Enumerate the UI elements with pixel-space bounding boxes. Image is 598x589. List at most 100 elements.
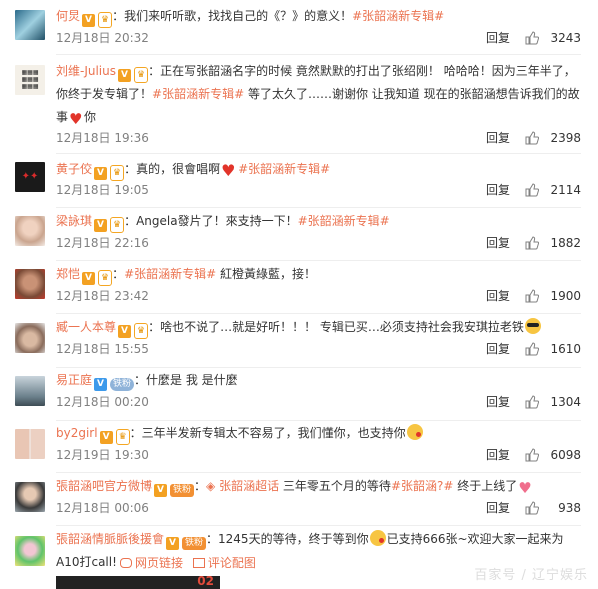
fan-badge: 铁粉 bbox=[110, 378, 135, 391]
comment-text: 何炅 V ♛ ：我们来听听歌，找找自己的《？》的意义！#张韶涵新专辑# bbox=[56, 5, 581, 28]
like-count: 1304 bbox=[550, 395, 581, 409]
username[interactable]: 張韶涵情脈脈後援會 bbox=[56, 532, 164, 546]
thumbs-up-icon bbox=[525, 342, 539, 356]
username[interactable]: 刘维-Julius bbox=[56, 64, 116, 78]
avatar[interactable] bbox=[15, 482, 45, 512]
timestamp: 12月18日 20:32 bbox=[56, 31, 149, 45]
divider bbox=[56, 472, 581, 473]
timestamp: 12月18日 00:06 bbox=[56, 501, 149, 515]
divider bbox=[56, 420, 581, 421]
like-count: 1882 bbox=[550, 236, 581, 250]
reply-button[interactable]: 回复 bbox=[486, 286, 510, 306]
username[interactable]: 梁詠琪 bbox=[56, 214, 92, 228]
like-count: 6098 bbox=[550, 448, 581, 462]
comment-body: ：我们来听听歌，找找自己的《？》的意义！ bbox=[112, 9, 353, 23]
comment-meta: 12月18日 19:05 回复 2114 bbox=[56, 180, 581, 200]
comment-body-end: 你 bbox=[84, 110, 97, 124]
verified-icon: V bbox=[166, 537, 180, 550]
avatar[interactable] bbox=[15, 376, 45, 406]
web-link[interactable]: 网页链接 bbox=[135, 556, 183, 570]
super-topic-link[interactable]: 张韶涵超话 bbox=[219, 479, 279, 493]
divider bbox=[56, 207, 581, 208]
timestamp: 12月18日 19:05 bbox=[56, 183, 149, 197]
topic-link[interactable]: #张韶涵?# bbox=[391, 479, 453, 493]
heart-icon: ♥ bbox=[69, 110, 83, 128]
verified-icon: V bbox=[94, 219, 108, 232]
comment-image-link[interactable]: 评论配图 bbox=[208, 556, 256, 570]
verified-icon: V bbox=[82, 272, 96, 285]
avatar[interactable] bbox=[15, 10, 45, 40]
like-count: 1900 bbox=[550, 289, 581, 303]
comment-image-preview[interactable]: 02 bbox=[56, 576, 220, 589]
vip-icon: ♛ bbox=[134, 67, 149, 83]
reply-button[interactable]: 回复 bbox=[486, 28, 510, 48]
avatar[interactable] bbox=[15, 216, 45, 246]
like-count: 2114 bbox=[550, 183, 581, 197]
comment-meta: 12月18日 00:20 回复 1304 bbox=[56, 392, 581, 412]
link-icon bbox=[120, 558, 132, 568]
username[interactable]: 張韶涵吧官方微博 bbox=[56, 479, 152, 493]
topic-link[interactable]: #张韶涵新专辑# bbox=[238, 162, 330, 176]
thumbs-up-icon bbox=[525, 395, 539, 409]
like-count: 3243 bbox=[550, 31, 581, 45]
thumbs-up-icon bbox=[525, 31, 539, 45]
avatar[interactable] bbox=[15, 269, 45, 299]
comment-text: by2girl V ♛ ：三年半发新专辑太不容易了，我们懂你，也支持你 bbox=[56, 422, 581, 445]
kiss-emoji-icon bbox=[406, 424, 423, 440]
vip-icon: ♛ bbox=[110, 165, 125, 181]
timestamp: 12月18日 19:36 bbox=[56, 131, 149, 145]
timestamp: 12月18日 15:55 bbox=[56, 342, 149, 356]
watermark: 百家号 / 辽宁娱乐 bbox=[474, 568, 588, 583]
avatar[interactable]: ▦▦▦ ▦▦▦ ▦▦▦ bbox=[15, 65, 45, 95]
username[interactable]: by2girl bbox=[56, 426, 98, 440]
comment-meta: 12月18日 15:55 回复 1610 bbox=[56, 339, 581, 359]
comment-body: ：真的，很會唱啊 bbox=[124, 162, 221, 176]
comment-meta: 12月18日 19:36 回复 2398 bbox=[56, 128, 581, 148]
verified-icon: V bbox=[94, 167, 108, 180]
image-icon bbox=[192, 558, 205, 568]
username[interactable]: 郑恺 bbox=[56, 267, 80, 281]
vip-icon: ♛ bbox=[115, 429, 130, 445]
avatar[interactable] bbox=[15, 429, 45, 459]
topic-link[interactable]: #张韶涵新专辑# bbox=[352, 9, 444, 23]
username[interactable]: 臧一人本尊 bbox=[56, 320, 116, 334]
verified-icon: V bbox=[94, 378, 108, 391]
comment-body: ：1245天的等待，终于等到你 bbox=[206, 532, 369, 546]
reply-button[interactable]: 回复 bbox=[486, 498, 510, 518]
topic-link[interactable]: #张韶涵新专辑# bbox=[152, 87, 244, 101]
comment-body-end: 终于上线了 bbox=[453, 479, 518, 493]
username[interactable]: 何炅 bbox=[56, 9, 80, 23]
reply-button[interactable]: 回复 bbox=[486, 128, 510, 148]
comment-text: 梁詠琪 V ♛ ：Angela發片了！來支持一下！#张韶涵新专辑# bbox=[56, 210, 581, 233]
topic-link[interactable]: #张韶涵新专辑# bbox=[298, 214, 390, 228]
avatar[interactable] bbox=[15, 323, 45, 353]
comment-body: ：Angela發片了！來支持一下！ bbox=[124, 214, 298, 228]
avatar[interactable]: ✦✦ bbox=[15, 162, 45, 192]
verified-icon: V bbox=[118, 325, 132, 338]
vip-icon: ♛ bbox=[98, 270, 113, 286]
avatar[interactable] bbox=[15, 536, 45, 566]
comment-text: 刘维-Julius V ♛ ：正在写张韶涵名字的时候 竟然默默的打出了张绍刚！ 哈哈哈… bbox=[56, 60, 581, 129]
divider bbox=[56, 525, 581, 526]
like-count: 2398 bbox=[550, 131, 581, 145]
reply-button[interactable]: 回复 bbox=[486, 233, 510, 253]
comment-body-cont: 紅橙黃綠藍，接！ bbox=[216, 267, 317, 281]
reply-button[interactable]: 回复 bbox=[486, 339, 510, 359]
reply-button[interactable]: 回复 bbox=[486, 392, 510, 412]
comment-body: ：三年半发新专辑太不容易了，我们懂你，也支持你 bbox=[129, 426, 406, 440]
comment-body: ：什麼是 我 是什麼 bbox=[134, 373, 238, 387]
timestamp: 12月18日 22:16 bbox=[56, 236, 149, 250]
username[interactable]: 黄子佼 bbox=[56, 162, 92, 176]
reply-button[interactable]: 回复 bbox=[486, 445, 510, 465]
topic-link[interactable]: #张韶涵新专辑# bbox=[124, 267, 216, 281]
timestamp: 12月18日 23:42 bbox=[56, 289, 149, 303]
verified-icon: V bbox=[99, 431, 113, 444]
username[interactable]: 易正庭 bbox=[56, 373, 92, 387]
vip-icon: ♛ bbox=[98, 12, 113, 28]
reply-button[interactable]: 回复 bbox=[486, 180, 510, 200]
divider bbox=[56, 313, 581, 314]
comment-text: 郑恺 V ♛ ：#张韶涵新专辑# 紅橙黃綠藍，接！ bbox=[56, 263, 581, 286]
hearts-icon: ♥ bbox=[518, 479, 532, 497]
timestamp: 12月18日 00:20 bbox=[56, 395, 149, 409]
thumbs-up-icon bbox=[525, 131, 539, 145]
